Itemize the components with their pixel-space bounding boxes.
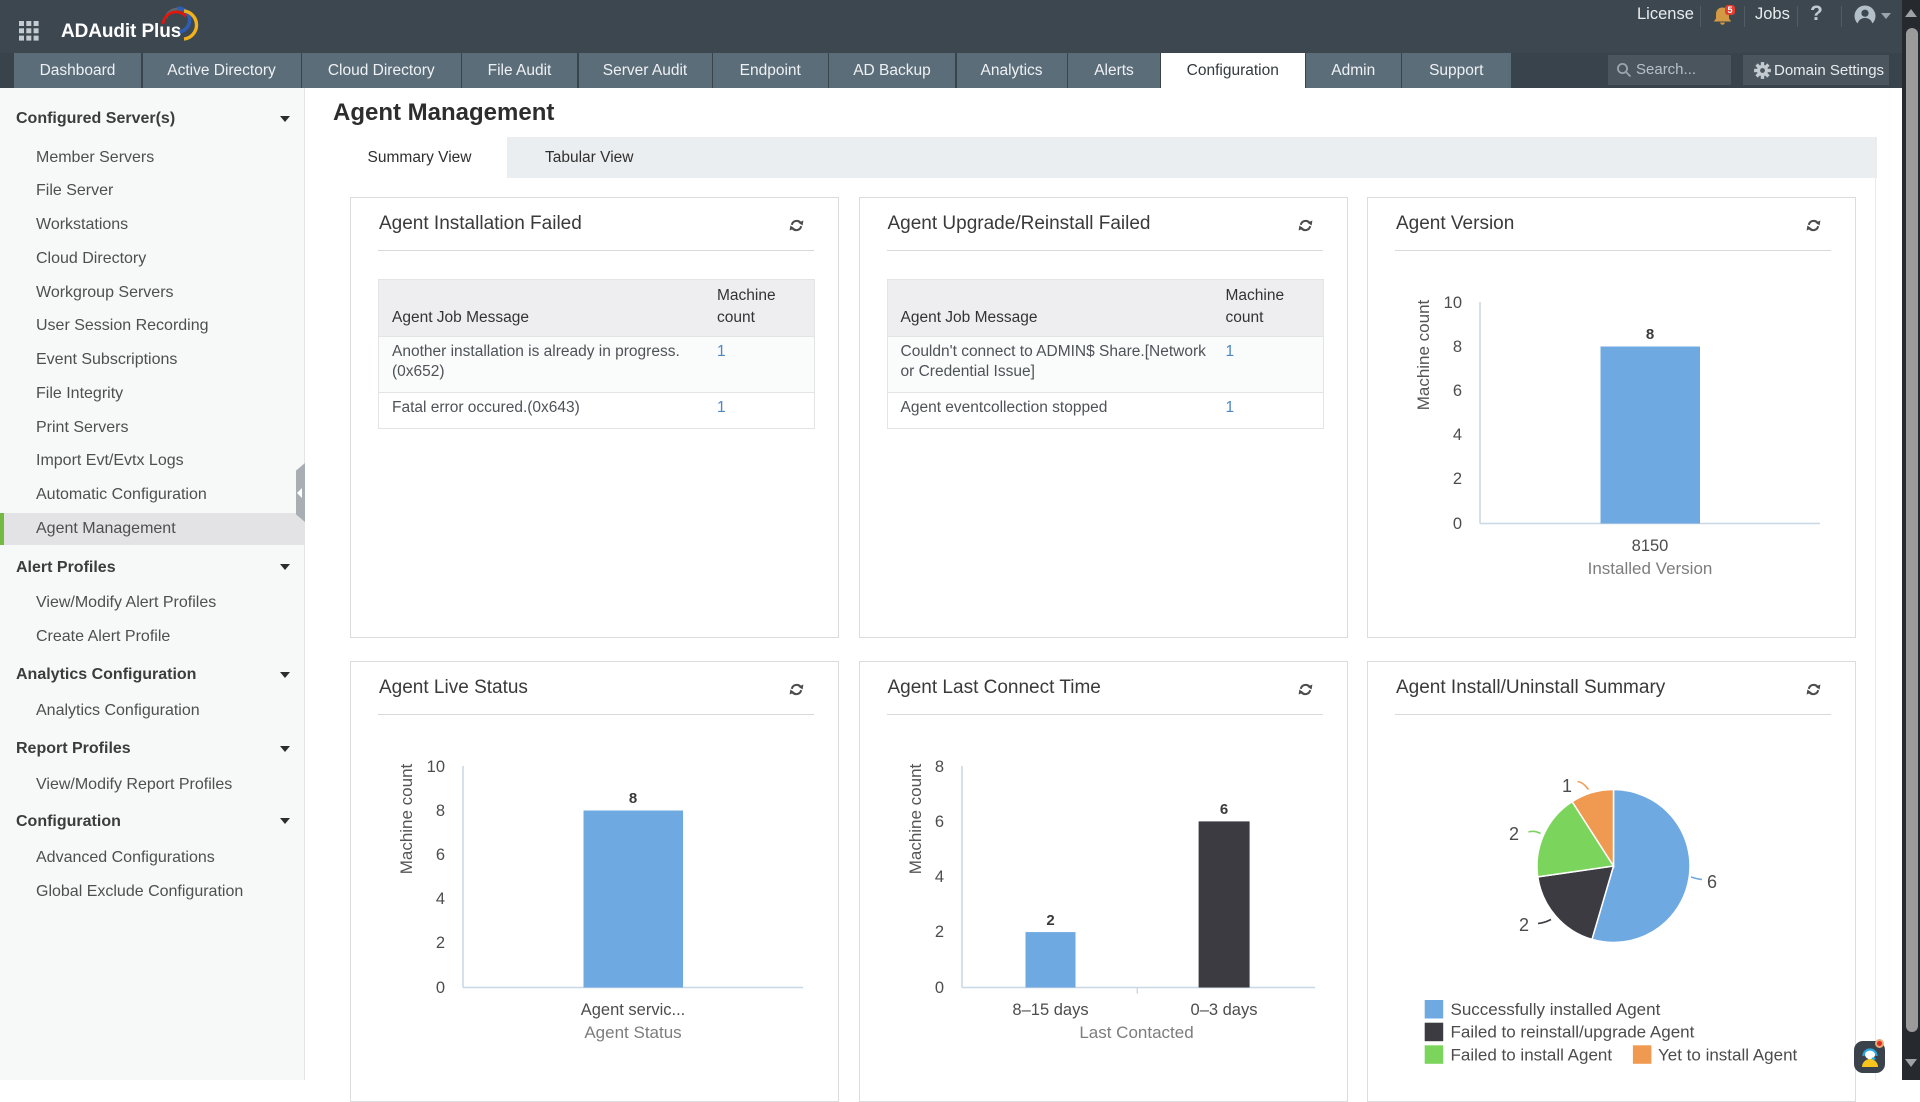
svg-text:Agent Status: Agent Status <box>584 1023 681 1042</box>
svg-text:10: 10 <box>427 758 445 776</box>
svg-text:8–15 days: 8–15 days <box>1012 1001 1088 1019</box>
svg-text:2: 2 <box>1509 824 1519 844</box>
svg-text:Machine count: Machine count <box>397 763 416 874</box>
svg-text:8: 8 <box>1646 326 1654 343</box>
svg-text:Installed Version: Installed Version <box>1588 559 1713 578</box>
svg-text:6: 6 <box>1707 872 1717 892</box>
svg-text:Agent servic...: Agent servic... <box>581 1001 686 1019</box>
svg-text:Machine count: Machine count <box>1414 299 1433 410</box>
svg-text:6: 6 <box>1219 801 1227 818</box>
svg-text:6: 6 <box>934 813 943 831</box>
svg-text:8: 8 <box>436 802 445 820</box>
svg-text:4: 4 <box>934 868 943 886</box>
svg-text:4: 4 <box>1453 426 1462 444</box>
svg-text:2: 2 <box>1046 912 1054 929</box>
svg-text:0: 0 <box>436 979 445 997</box>
svg-text:6: 6 <box>1453 382 1462 400</box>
svg-text:Failed to install Agent: Failed to install Agent <box>1451 1045 1613 1064</box>
svg-text:0: 0 <box>934 979 943 997</box>
svg-text:1: 1 <box>1562 776 1572 796</box>
svg-text:8: 8 <box>629 790 637 807</box>
svg-text:10: 10 <box>1444 294 1462 312</box>
svg-text:2: 2 <box>436 934 445 952</box>
svg-text:Successfully installed Agent: Successfully installed Agent <box>1451 1000 1661 1019</box>
svg-text:8150: 8150 <box>1632 537 1669 555</box>
svg-text:Failed to reinstall/upgrade Ag: Failed to reinstall/upgrade Agent <box>1451 1022 1695 1041</box>
svg-text:2: 2 <box>934 923 943 941</box>
svg-text:0: 0 <box>1453 515 1462 533</box>
svg-text:8: 8 <box>934 758 943 776</box>
svg-text:8: 8 <box>1453 338 1462 356</box>
svg-text:Yet to install Agent: Yet to install Agent <box>1658 1045 1798 1064</box>
svg-text:Last Contacted: Last Contacted <box>1079 1023 1193 1042</box>
svg-text:4: 4 <box>436 890 445 908</box>
svg-text:2: 2 <box>1519 915 1529 935</box>
svg-text:Machine count: Machine count <box>906 763 925 874</box>
svg-text:6: 6 <box>436 846 445 864</box>
svg-text:0–3 days: 0–3 days <box>1190 1001 1257 1019</box>
svg-text:2: 2 <box>1453 470 1462 488</box>
